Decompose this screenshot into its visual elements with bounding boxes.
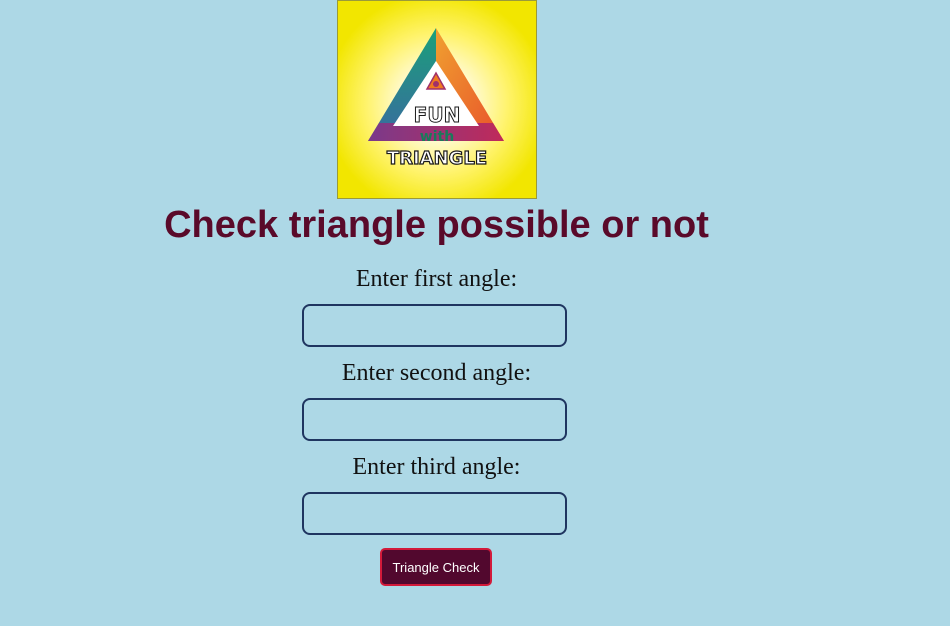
emblem-dot-icon xyxy=(433,81,439,87)
first-angle-input[interactable] xyxy=(302,304,567,347)
triangle-check-button[interactable]: Triangle Check xyxy=(380,548,492,586)
logo-with-text: with xyxy=(420,129,454,145)
logo-fun-text: FUN xyxy=(414,103,461,127)
page-title: Check triangle possible or not xyxy=(164,204,709,246)
third-angle-input[interactable] xyxy=(302,492,567,535)
second-angle-label: Enter second angle: xyxy=(341,360,532,386)
fun-with-triangle-logo: FUN with TRIANGLE xyxy=(337,0,537,199)
triangle-logo-graphic: FUN with TRIANGLE xyxy=(368,28,504,170)
logo-triangle-text: TRIANGLE xyxy=(387,148,487,169)
second-angle-input[interactable] xyxy=(302,398,567,441)
first-angle-label: Enter first angle: xyxy=(355,266,518,292)
page: FUN with TRIANGLE Check triangle possibl… xyxy=(0,0,950,626)
third-angle-label: Enter third angle: xyxy=(352,454,521,480)
